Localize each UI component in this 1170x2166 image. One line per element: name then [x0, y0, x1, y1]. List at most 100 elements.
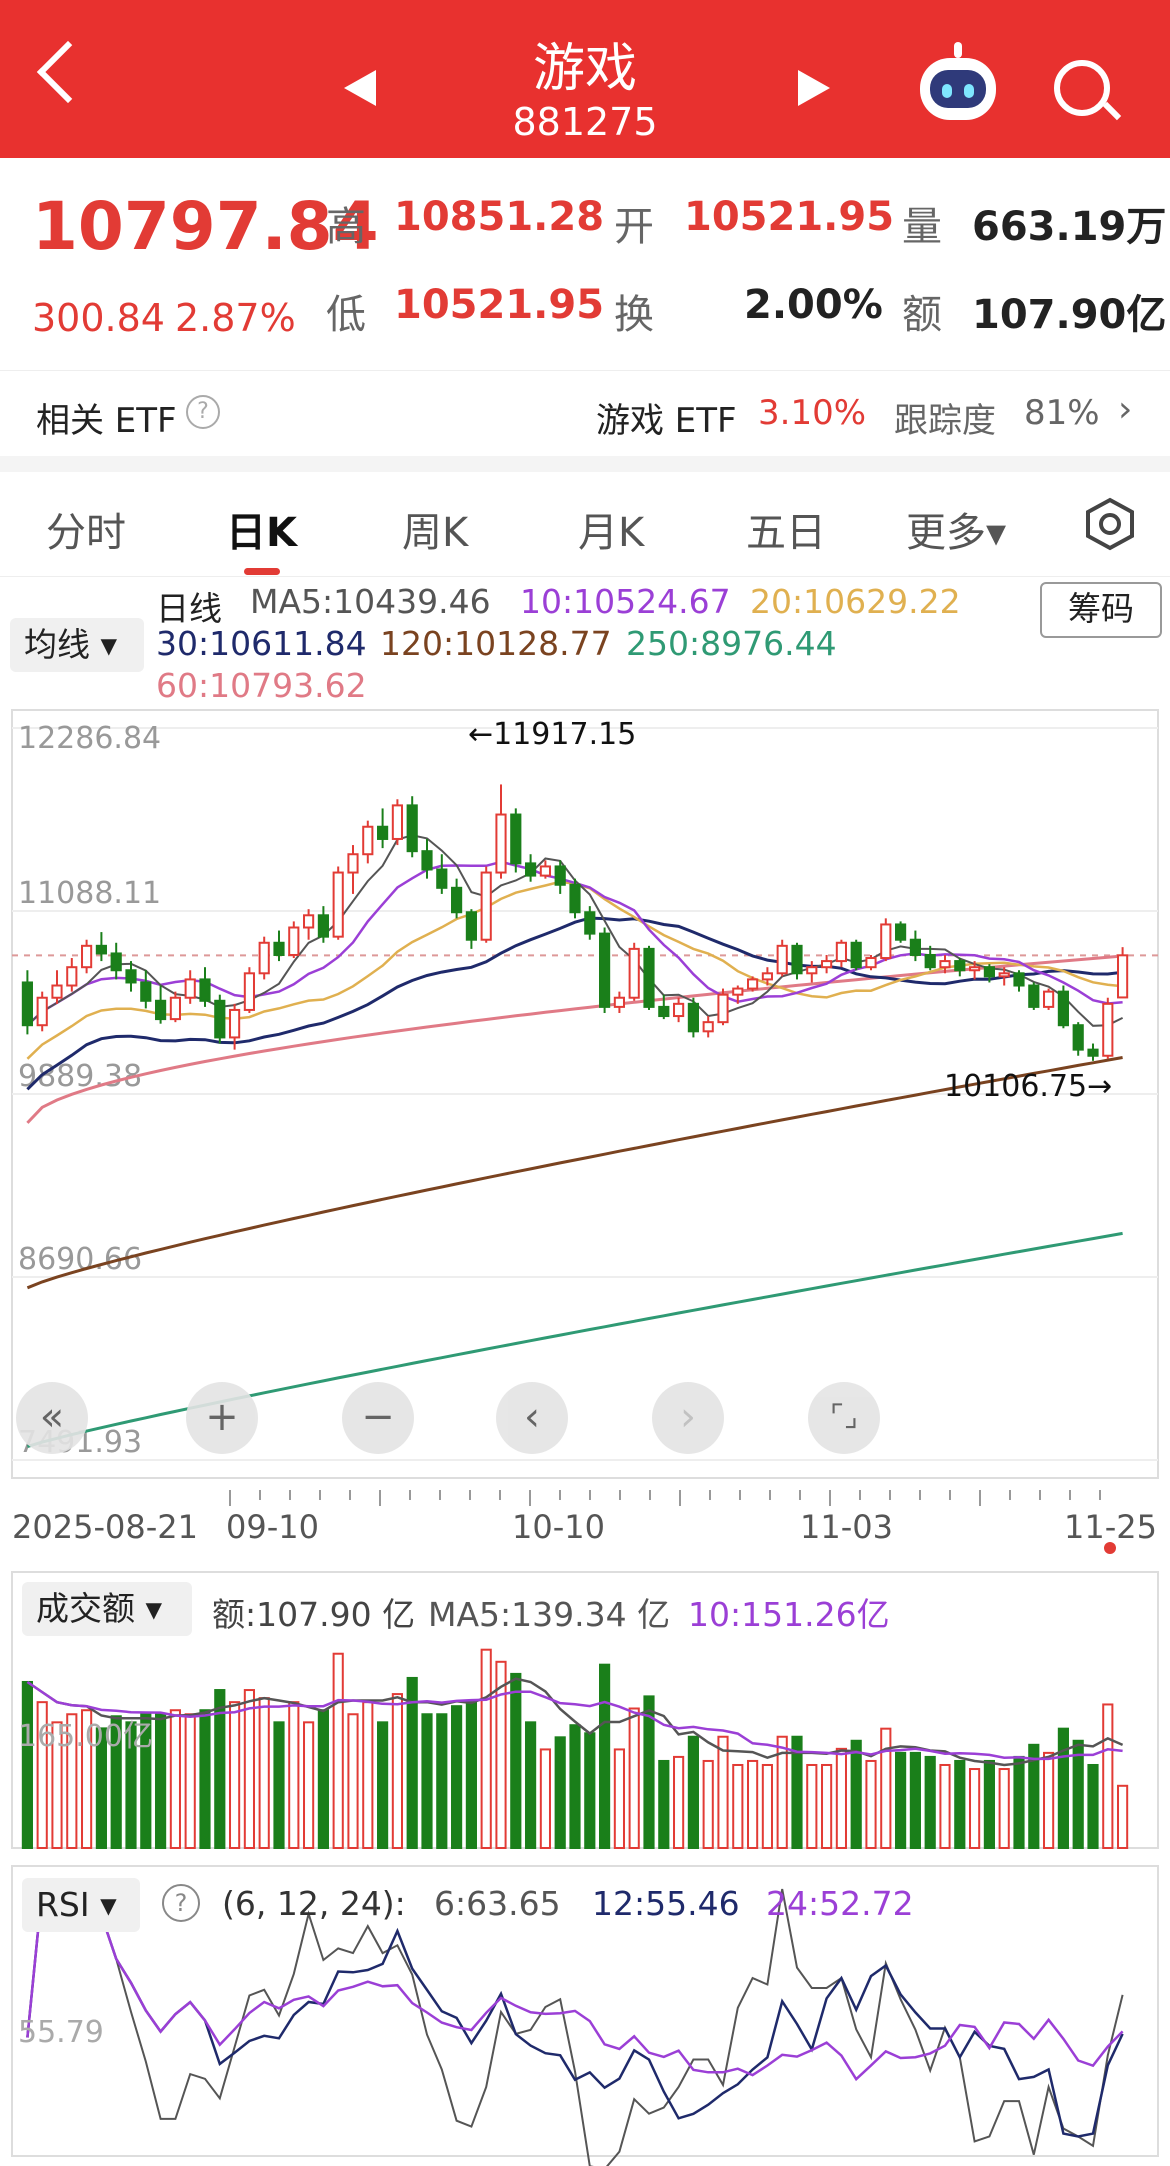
amount-bar [1072, 1739, 1084, 1850]
amount-bar [347, 1713, 359, 1849]
candle-body [983, 966, 995, 978]
zoom-out-button[interactable]: − [342, 1382, 414, 1454]
candle-body [525, 862, 537, 877]
candle-body [125, 969, 137, 984]
amount-bar [510, 1672, 522, 1849]
candle-body [229, 1008, 241, 1039]
amount-bar [317, 1709, 329, 1849]
candle-body [554, 865, 566, 886]
amount-bar [569, 1724, 581, 1850]
amount-bar [1057, 1727, 1069, 1849]
amount-bar [599, 1663, 611, 1850]
candle-body [214, 999, 226, 1039]
candle-body [865, 957, 877, 969]
amount-bar [909, 1751, 921, 1849]
candle-body [895, 923, 907, 941]
current-date-dot [1104, 1542, 1116, 1554]
x-axis-tick: 11-25 [1064, 1508, 1157, 1546]
candle-body [391, 804, 403, 840]
candle-body [436, 868, 448, 889]
amount-bar [229, 1701, 241, 1850]
candle-body [1102, 1002, 1114, 1057]
rsi12-line [26, 1887, 1124, 2138]
amount-bar [702, 1759, 714, 1849]
candle-body [924, 953, 936, 969]
candle-body [628, 947, 640, 999]
candle-body [954, 960, 966, 972]
rsi-params: (6, 12, 24): [222, 1884, 406, 1923]
amount-bar [377, 1721, 389, 1850]
rsi12-value: 12:55.46 [592, 1884, 740, 1923]
amount-bar [717, 1735, 729, 1850]
candle-body [1117, 954, 1129, 999]
amount-bar [169, 1709, 181, 1849]
amount-bar [155, 1713, 167, 1849]
amount-axis-label: 165.00亿 [18, 1719, 153, 1754]
amount-bar [1043, 1751, 1055, 1849]
amount-indicator-selector[interactable]: 成交额 ▾ [22, 1582, 192, 1636]
candle-body [1013, 972, 1025, 987]
scroll-left-button[interactable]: ‹ [496, 1382, 568, 1454]
candle-body [421, 850, 433, 871]
amount-bar [673, 1755, 685, 1849]
rsi-help-icon[interactable]: ? [162, 1884, 200, 1922]
candle-body [1057, 990, 1069, 1027]
candle-body [21, 981, 33, 1027]
candle-body [199, 978, 211, 1002]
y-axis-tick: 12286.84 [18, 721, 161, 756]
candle-body [155, 999, 167, 1021]
kline-chart[interactable]: 12286.8411088.119889.388690.667491.93←11… [0, 0, 1170, 2166]
amount-bar [628, 1707, 640, 1850]
candle-body [51, 984, 63, 999]
amount-bar [362, 1701, 374, 1850]
amount-bar [199, 1709, 211, 1849]
amount-bar [924, 1755, 936, 1849]
amount-bar [525, 1721, 537, 1850]
fullscreen-button[interactable]: ⌜⌟ [808, 1382, 880, 1454]
amount-bar [332, 1652, 344, 1849]
amount-bar [303, 1721, 315, 1850]
amount-bar [821, 1763, 833, 1850]
amount-bar [998, 1768, 1010, 1850]
rsi-indicator-selector[interactable]: RSI ▾ [22, 1878, 140, 1932]
scroll-right-button[interactable]: › [652, 1382, 724, 1454]
candle-body [258, 941, 270, 975]
amount-bar [954, 1759, 966, 1849]
candle-body [347, 853, 359, 874]
candle-body [806, 966, 818, 975]
amount-bar [658, 1759, 670, 1849]
candle-body [480, 871, 492, 941]
candle-body [332, 871, 344, 938]
amount-legend-ma10: 10:151.26亿 [688, 1595, 890, 1634]
candle-body [643, 947, 655, 1008]
amount-bar [806, 1763, 818, 1850]
amount-bar [761, 1763, 773, 1850]
amount-bar [747, 1759, 759, 1849]
amount-bar [613, 1748, 625, 1850]
amount-bar [687, 1735, 699, 1850]
amount-bar [1013, 1755, 1025, 1849]
candle-body [939, 960, 951, 969]
candle-body [821, 960, 833, 969]
candle-body [969, 966, 981, 972]
rewind-button[interactable]: « [16, 1382, 88, 1454]
candle-body [880, 923, 892, 960]
rsi24-value: 24:52.72 [766, 1884, 914, 1923]
zoom-in-button[interactable]: + [186, 1382, 258, 1454]
candle-body [776, 944, 788, 975]
candle-body [1043, 990, 1055, 1008]
candle-body [36, 996, 48, 1027]
amount-bar [554, 1736, 566, 1849]
candle-body [140, 981, 152, 1002]
amount-bar [288, 1701, 300, 1850]
amount-bar [243, 1689, 255, 1850]
candle-body [66, 966, 78, 987]
y-axis-tick: 11088.11 [18, 876, 161, 911]
amount-bar [939, 1763, 951, 1850]
amount-bar [865, 1759, 877, 1849]
candle-body [717, 993, 729, 1024]
candle-body [95, 944, 107, 955]
y-axis-tick: 9889.38 [18, 1059, 142, 1094]
candle-body [791, 944, 803, 975]
candle-body [288, 926, 300, 956]
